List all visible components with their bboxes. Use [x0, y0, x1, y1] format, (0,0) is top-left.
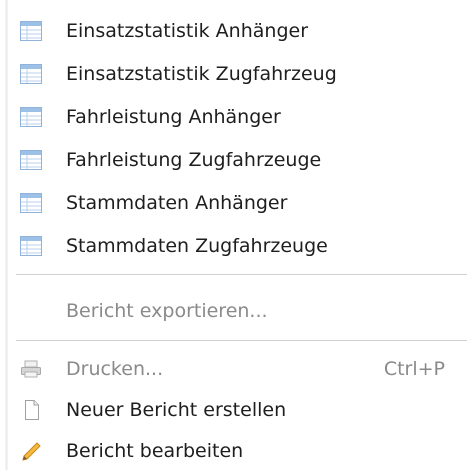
context-menu: Einsatzstatistik Anhänger Einsatzstatist…: [0, 0, 467, 470]
menu-item-edit-report[interactable]: Bericht bearbeiten: [16, 434, 467, 468]
menu-item-einsatzstatistik-anhaenger[interactable]: Einsatzstatistik Anhänger: [16, 14, 467, 48]
menu-item-einsatzstatistik-zugfahrzeug[interactable]: Einsatzstatistik Zugfahrzeug: [16, 57, 467, 91]
report-table-icon: [20, 150, 42, 170]
menu-separator: [16, 340, 467, 341]
menu-item-label: Neuer Bericht erstellen: [66, 399, 287, 421]
menu-item-fahrleistung-zugfahrzeuge[interactable]: Fahrleistung Zugfahrzeuge: [16, 143, 467, 177]
menu-item-fahrleistung-anhaenger[interactable]: Fahrleistung Anhänger: [16, 100, 467, 134]
menu-item-label: Stammdaten Zugfahrzeuge: [66, 235, 328, 257]
report-table-icon: [20, 64, 42, 84]
menu-item-export-report[interactable]: Bericht exportieren...: [16, 294, 467, 328]
report-table-icon: [20, 236, 42, 256]
menu-left-edge: [0, 0, 8, 470]
menu-item-label: Stammdaten Anhänger: [66, 192, 288, 214]
menu-item-new-report[interactable]: Neuer Bericht erstellen: [16, 393, 467, 427]
menu-item-label: Einsatzstatistik Zugfahrzeug: [66, 63, 337, 85]
menu-item-label: Drucken...: [66, 358, 164, 380]
menu-item-stammdaten-anhaenger[interactable]: Stammdaten Anhänger: [16, 186, 467, 220]
menu-item-label: Fahrleistung Zugfahrzeuge: [66, 149, 322, 171]
printer-icon: [21, 360, 41, 378]
new-document-icon: [25, 400, 39, 420]
report-table-icon: [20, 193, 42, 213]
menu-item-print[interactable]: Drucken... Ctrl+P: [16, 352, 467, 386]
shortcut-label: Ctrl+P: [383, 358, 445, 380]
menu-item-label: Fahrleistung Anhänger: [66, 106, 281, 128]
report-table-icon: [20, 21, 42, 41]
menu-separator: [16, 274, 467, 275]
menu-item-label: Einsatzstatistik Anhänger: [66, 20, 309, 42]
report-table-icon: [20, 107, 42, 127]
pencil-icon: [22, 442, 41, 461]
menu-item-stammdaten-zugfahrzeuge[interactable]: Stammdaten Zugfahrzeuge: [16, 229, 467, 263]
menu-item-label: Bericht exportieren...: [66, 300, 268, 322]
menu-item-label: Bericht bearbeiten: [66, 440, 244, 462]
